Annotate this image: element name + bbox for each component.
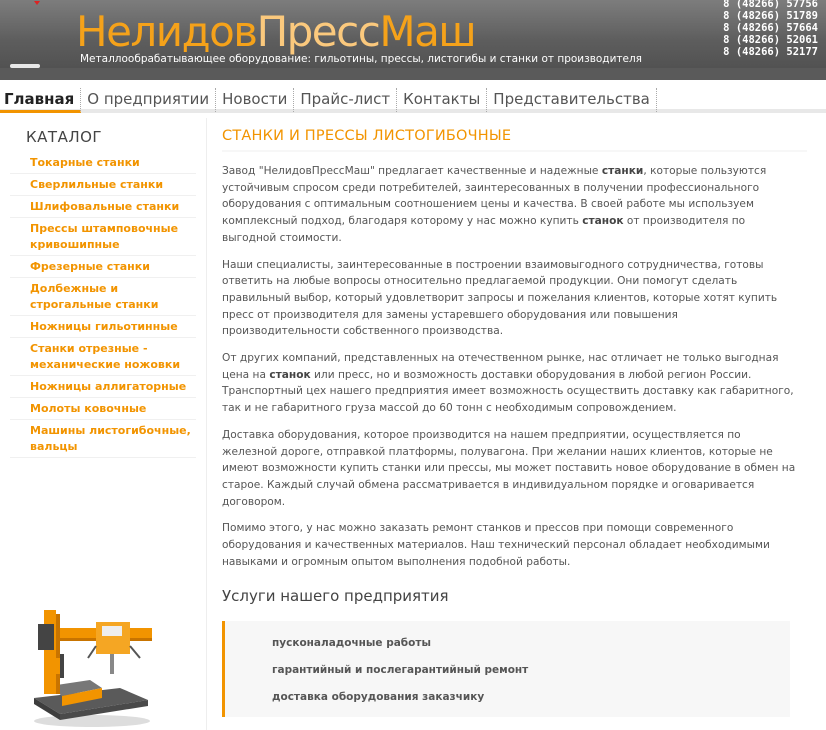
catalog-item-stamping-presses[interactable]: Прессы штамповочные кривошипные xyxy=(10,218,196,256)
page-title: СТАНКИ И ПРЕССЫ ЛИСТОГИБОЧНЫЕ xyxy=(222,128,512,144)
paragraph-bold: станки xyxy=(601,165,644,177)
catalog-heading: КАТАЛОГ xyxy=(26,128,103,146)
main-navigation: Главная О предприятии Новости Прайс-лист… xyxy=(0,80,826,118)
catalog-item-bending[interactable]: Машины листогибочные, вальцы xyxy=(10,420,196,458)
nav-news[interactable]: Новости xyxy=(216,88,295,112)
catalog-sidebar: КАТАЛОГ Токарные станки Сверлильные стан… xyxy=(0,118,204,730)
logo-part-2: Пресс xyxy=(256,7,381,56)
machine-column-side xyxy=(56,614,60,694)
catalog-item-guillotine[interactable]: Ножницы гильотинные xyxy=(10,316,196,338)
machine-column xyxy=(44,610,56,694)
catalog-item-forging[interactable]: Молоты ковочные xyxy=(10,398,196,420)
machine-shadow xyxy=(34,715,150,727)
nav-menu: Главная О предприятии Новости Прайс-лист… xyxy=(0,88,657,113)
paragraph: От других компаний, представленных на от… xyxy=(222,350,797,417)
nav-about[interactable]: О предприятии xyxy=(81,88,217,112)
services-heading: Услуги нашего предприятия xyxy=(222,587,449,605)
main-content: СТАНКИ И ПРЕССЫ ЛИСТОГИБОЧНЫЕ Завод "Нел… xyxy=(206,118,816,730)
drill-machine-image[interactable] xyxy=(30,606,160,728)
paragraph-text: Завод "НелидовПрессМаш" предлагает качес… xyxy=(222,165,602,177)
catalog-item-drilling[interactable]: Сверлильные станки xyxy=(10,174,196,196)
paragraph: Помимо этого, у нас можно заказать ремон… xyxy=(222,522,770,568)
nav-representatives[interactable]: Представительства xyxy=(487,88,657,112)
phone-number: 8 (48266) 52177 xyxy=(723,46,818,58)
machine-handle xyxy=(87,645,97,659)
corner-decoration xyxy=(10,64,40,68)
paragraph: Доставка оборудования, которое производи… xyxy=(222,428,796,508)
nav-pricelist[interactable]: Прайс-лист xyxy=(294,88,398,112)
catalog-item-slotting[interactable]: Долбежные и строгальные станки xyxy=(10,278,196,316)
machine-handle xyxy=(129,645,141,659)
catalog-item-milling[interactable]: Фрезерные станки xyxy=(10,256,196,278)
nav-contacts[interactable]: Контакты xyxy=(397,88,488,112)
site-tagline: Металлообрабатывающее оборудование: гиль… xyxy=(80,53,642,65)
phone-number: 8 (48266) 57664 xyxy=(723,22,818,34)
logo-part-1: Нелидов xyxy=(76,7,258,56)
phone-list: 8 (48266) 57756 8 (48266) 51789 8 (48266… xyxy=(723,0,818,58)
service-item: гарантийный и послегарантийный ремонт xyxy=(272,664,529,676)
site-header: НелидовПрессМаш Металлообрабатывающее об… xyxy=(0,0,826,80)
services-box: пусконаладочные работы гарантийный и пос… xyxy=(222,621,790,717)
title-divider xyxy=(222,150,807,152)
machine-head-panel xyxy=(102,626,122,636)
article-text: Завод "НелидовПрессМаш" предлагает качес… xyxy=(222,163,797,580)
service-item: пусконаладочные работы xyxy=(272,637,431,649)
phone-number: 8 (48266) 57756 xyxy=(723,0,818,10)
phone-number: 8 (48266) 52061 xyxy=(723,34,818,46)
machine-spindle xyxy=(110,654,114,674)
nav-home[interactable]: Главная xyxy=(0,88,82,113)
paragraph: Наши специалисты, заинтересованные в пос… xyxy=(222,258,778,338)
catalog-item-cutoff-saws[interactable]: Станки отрезные - механические ножовки xyxy=(10,338,196,376)
catalog-item-lathes[interactable]: Токарные станки xyxy=(10,152,196,174)
paragraph: Завод "НелидовПрессМаш" предлагает качес… xyxy=(222,163,797,247)
paragraph-bold: станок xyxy=(269,368,311,381)
phone-number: 8 (48266) 51789 xyxy=(723,10,818,22)
machine-lever xyxy=(60,654,64,678)
header-strip xyxy=(0,68,826,80)
catalog-list: Токарные станки Сверлильные станки Шлифо… xyxy=(10,152,196,458)
machine-motor xyxy=(38,624,54,650)
machine-column-clamp xyxy=(48,658,62,674)
paragraph-bold: станок xyxy=(582,215,624,228)
service-item: доставка оборудования заказчику xyxy=(272,691,485,703)
logo-part-3: Маш xyxy=(379,7,476,56)
catalog-item-alligator[interactable]: Ножницы аллигаторные xyxy=(10,376,196,398)
catalog-item-grinding[interactable]: Шлифовальные станки xyxy=(10,196,196,218)
site-logo[interactable]: НелидовПрессМаш xyxy=(76,6,477,58)
